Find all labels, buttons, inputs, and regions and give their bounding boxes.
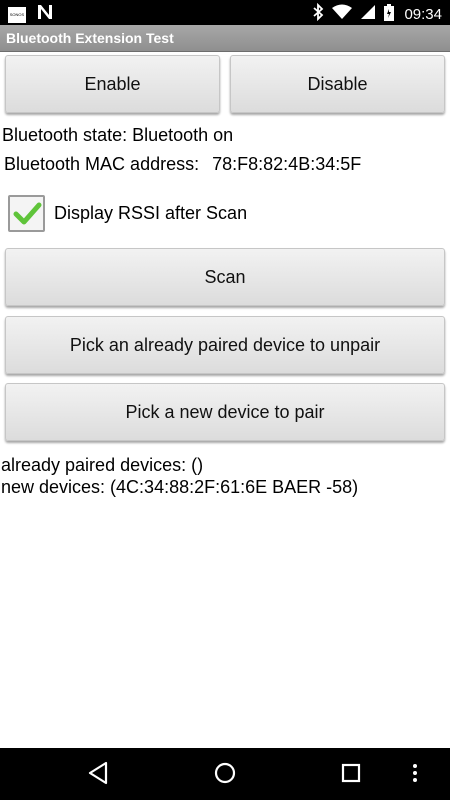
rssi-checkbox[interactable] bbox=[8, 195, 45, 232]
rssi-checkbox-label[interactable]: Display RSSI after Scan bbox=[54, 203, 247, 224]
navigation-bar bbox=[0, 748, 450, 800]
signal-icon bbox=[360, 4, 376, 25]
mac-address-value: 78:F8:82:4B:34:5F bbox=[212, 154, 362, 174]
home-icon[interactable] bbox=[213, 760, 237, 791]
bluetooth-state-text: Bluetooth state: Bluetooth on bbox=[2, 125, 234, 145]
disable-button[interactable]: Disable bbox=[230, 55, 445, 113]
paired-devices-text: already paired devices: () bbox=[1, 455, 204, 475]
notification-box-icon: SONOS bbox=[8, 6, 26, 23]
pair-button[interactable]: Pick a new device to pair bbox=[5, 383, 445, 441]
wifi-icon bbox=[332, 4, 353, 25]
unpair-button[interactable]: Pick an already paired device to unpair bbox=[5, 316, 445, 374]
more-icon[interactable] bbox=[411, 760, 419, 791]
enable-button[interactable]: Enable bbox=[5, 55, 220, 113]
status-bar: SONOS 09:34 bbox=[0, 0, 450, 25]
n-logo-icon bbox=[36, 4, 54, 25]
battery-icon bbox=[384, 3, 395, 26]
mac-address-row: Bluetooth MAC address: 78:F8:82:4B:34:5F bbox=[4, 154, 361, 175]
back-icon[interactable] bbox=[87, 760, 109, 791]
checkmark-icon bbox=[13, 202, 42, 225]
scan-button[interactable]: Scan bbox=[5, 248, 445, 306]
recents-icon[interactable] bbox=[341, 760, 361, 791]
new-devices-text: new devices: (4C:34:88:2F:61:6E BAER -58… bbox=[1, 477, 359, 497]
title-bar: Bluetooth Extension Test bbox=[0, 25, 450, 52]
status-time: 09:34 bbox=[404, 6, 442, 23]
bluetooth-icon bbox=[312, 2, 324, 26]
app-title: Bluetooth Extension Test bbox=[6, 30, 174, 46]
mac-address-label: Bluetooth MAC address: bbox=[4, 154, 200, 174]
